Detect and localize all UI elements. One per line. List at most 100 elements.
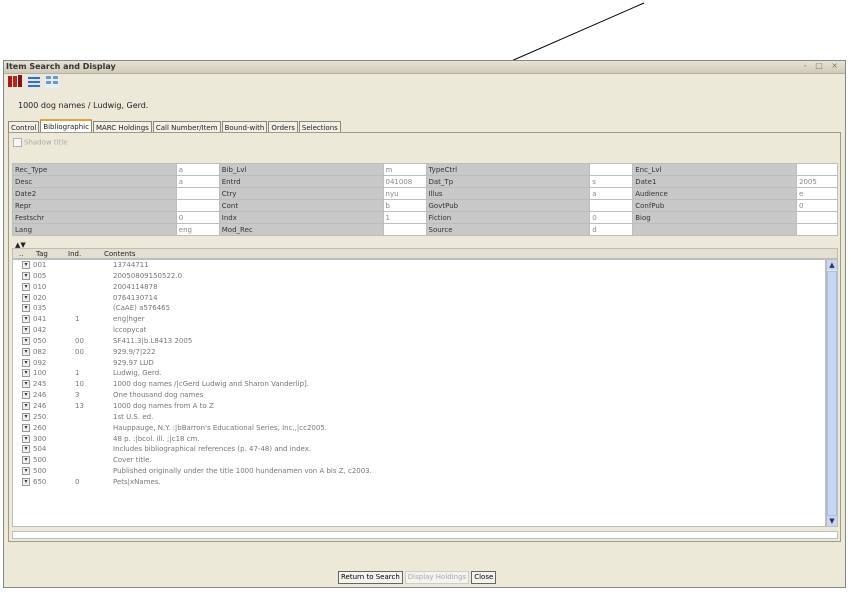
fixed-field-value[interactable]: b [382,199,427,212]
header-tag[interactable]: Tag [36,250,48,258]
row-menu-button[interactable]: ▾ [22,445,30,454]
shadow-title-checkbox[interactable]: Shadow title [13,138,68,147]
varfield-contents[interactable]: 929.97 LUD [113,359,154,367]
varfield-row[interactable]: ▾ 020 0764130714 [13,293,825,304]
varfield-row[interactable]: ▾ 650 0 Pets|xNames. [13,477,825,488]
varfield-row[interactable]: ▾ 042 lccopycat [13,325,825,336]
varfield-row[interactable]: ▾ 035 (CaAE) a576465 [13,303,825,314]
fixed-field-value[interactable] [589,163,634,176]
varfield-contents[interactable]: Pets|xNames. [113,478,161,486]
varfield-contents[interactable]: 2004114878 [113,283,158,291]
fixed-field-value[interactable] [796,223,838,236]
scroll-up-icon[interactable]: ▲ [827,260,837,270]
fixed-field-value[interactable]: 0 [175,211,220,224]
row-menu-button[interactable]: ▾ [22,380,30,389]
row-menu-button[interactable]: ▾ [22,412,30,421]
fixed-field-value[interactable]: 041008 [382,175,427,188]
scroll-thumb[interactable] [827,271,837,516]
varfield-row[interactable]: ▾ 500 Cover title. [13,455,825,466]
fixed-field-value[interactable]: a [589,187,634,200]
varfield-contents[interactable]: Cover title. [113,456,152,464]
varfield-contents[interactable]: SF411.3|b.L8413 2005 [113,337,192,345]
row-menu-button[interactable]: ▾ [22,336,30,345]
varfield-row[interactable]: ▾ 246 3 One thousand dog names [13,390,825,401]
varfield-row[interactable]: ▾ 005 20050809150522.0 [13,271,825,282]
varfield-row[interactable]: ▾ 010 2004114878 [13,282,825,293]
row-menu-button[interactable]: ▾ [22,358,30,367]
fixed-field-value[interactable] [796,211,838,224]
varfield-contents[interactable]: Hauppauge, N.Y. :|bBarron's Educational … [113,424,327,432]
fixed-field-value[interactable] [175,199,220,212]
row-menu-button[interactable]: ▾ [22,369,30,378]
varfield-contents[interactable]: eng|hger [113,315,145,323]
book-icon[interactable] [8,75,22,88]
varfield-row[interactable]: ▾ 504 Includes bibliographical references … [13,444,825,455]
fixed-field-value[interactable]: eng [175,223,220,236]
varfield-row[interactable]: ▾ 300 48 p. :|bcol. ill. ;|c18 cm. [13,434,825,445]
varfield-row[interactable]: ▾ 001 13744711 [13,260,825,271]
varfield-contents[interactable]: 13744711 [113,261,149,269]
header-ind[interactable]: Ind. [68,250,81,258]
varfield-row[interactable]: ▾ 245 10 1000 dog names /|cGerd Ludwig and … [13,379,825,390]
fixed-field-value[interactable]: m [382,163,427,176]
varfield-row[interactable]: ▾ 041 1 eng|hger [13,314,825,325]
varfield-row[interactable]: ▾ 246 13 1000 dog names from A to Z [13,401,825,412]
fixed-field-value[interactable] [382,223,427,236]
fixed-field-value[interactable]: 1 [382,211,427,224]
varfield-contents[interactable]: One thousand dog names [113,391,203,399]
row-menu-button[interactable]: ▾ [22,293,30,302]
row-menu-button[interactable]: ▾ [22,423,30,432]
fixed-field-value[interactable] [175,187,220,200]
fixed-field-value[interactable]: a [175,175,220,188]
window-controls[interactable]: - □ × [804,61,841,70]
fixed-field-value[interactable] [796,163,838,176]
scroll-down-icon[interactable]: ▼ [827,516,837,526]
varfield-contents[interactable]: (CaAE) a576465 [113,304,170,312]
row-menu-button[interactable]: ▾ [22,434,30,443]
varfield-contents[interactable]: 0764130714 [113,294,158,302]
row-menu-button[interactable]: ▾ [22,271,30,280]
close-button[interactable]: Close [471,571,497,584]
fixed-field-value[interactable]: a [175,163,220,176]
row-menu-button[interactable]: ▾ [22,391,30,400]
vertical-scrollbar[interactable]: ▲ ▼ [826,259,838,527]
varfield-contents[interactable]: 929.9/7|222 [113,348,156,356]
varfield-contents[interactable]: 1st U.S. ed. [113,413,153,421]
row-menu-button[interactable]: ▾ [22,282,30,291]
header-contents[interactable]: Contents [104,250,136,258]
varfield-contents[interactable]: Ludwig, Gerd. [113,369,161,377]
row-menu-button[interactable]: ▾ [22,477,30,486]
row-menu-button[interactable]: ▾ [22,347,30,356]
varfield-contents[interactable]: 1000 dog names /|cGerd Ludwig and Sharon… [113,380,309,388]
checkbox-box[interactable] [13,138,22,147]
holdings-icon[interactable] [26,75,41,88]
varfield-row[interactable]: ▾ 082 00 929.9/7|222 [13,347,825,358]
row-menu-button[interactable]: ▾ [22,456,30,465]
return-to-search-button[interactable]: Return to Search [338,571,403,584]
row-menu-button[interactable]: ▾ [22,304,30,313]
row-menu-button[interactable]: ▾ [22,261,30,269]
varfield-contents[interactable]: lccopycat [113,326,146,334]
varfield-row[interactable]: ▾ 100 1 Ludwig, Gerd. [13,368,825,379]
fixed-field-value[interactable]: 0 [589,211,634,224]
varfield-contents[interactable]: Published originally under the title 100… [113,467,372,475]
fixed-field-value[interactable]: e [796,187,838,200]
fixed-field-value[interactable]: 0 [796,199,838,212]
row-menu-button[interactable]: ▾ [22,401,30,410]
row-menu-button[interactable]: ▾ [22,326,30,335]
varfield-contents[interactable]: Includes bibliographical references (p. … [113,445,311,453]
varfield-row[interactable]: ▾ 050 00 SF411.3|b.L8413 2005 [13,336,825,347]
fixed-field-value[interactable]: s [589,175,634,188]
fixed-field-value[interactable]: d [589,223,634,236]
varfield-row[interactable]: ▾ 250 1st U.S. ed. [13,412,825,423]
varfield-row[interactable]: ▾ 092 929.97 LUD [13,358,825,369]
list-icon[interactable] [45,75,60,88]
varfield-contents[interactable]: 48 p. :|bcol. ill. ;|c18 cm. [113,435,200,443]
varfield-contents[interactable]: 1000 dog names from A to Z [113,402,214,410]
varfield-row[interactable]: ▾ 500 Published originally under the title… [13,466,825,477]
fixed-field-value[interactable] [589,199,634,212]
display-holdings-button[interactable]: Display Holdings [404,571,470,584]
row-menu-button[interactable]: ▾ [22,315,30,324]
varfield-contents[interactable]: 20050809150522.0 [113,272,182,280]
window-titlebar[interactable]: Item Search and Display - □ × [4,61,845,74]
